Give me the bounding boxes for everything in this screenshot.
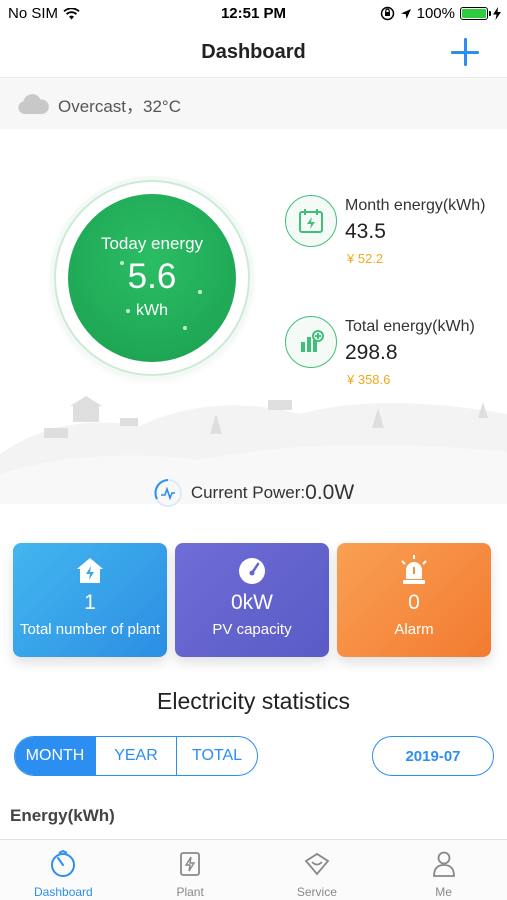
month-energy-block: Month energy(kWh) 43.5 ¥ 52.2 — [285, 195, 507, 275]
pv-capacity-label: PV capacity — [212, 621, 292, 638]
cloud-icon — [18, 94, 49, 114]
sparkle-dot — [120, 261, 124, 265]
tab-plant[interactable]: Plant — [127, 840, 254, 900]
weather-text: Overcast，32°C — [58, 96, 182, 116]
gauge-icon — [175, 555, 329, 587]
current-power-label: Current Power: — [190, 483, 306, 502]
power-meter-icon — [153, 479, 182, 507]
tab-service[interactable]: Service — [254, 840, 381, 900]
service-icon — [254, 850, 381, 878]
alarm-card[interactable]: 0 Alarm — [337, 543, 491, 657]
pv-capacity-value: 0kW — [231, 591, 273, 614]
alarm-count: 0 — [408, 591, 420, 614]
dashboard-icon — [0, 850, 127, 878]
current-power-row: Current Power: 0.0W — [0, 478, 507, 508]
tab-me[interactable]: Me — [380, 840, 507, 900]
status-bar: No SIM 12:51 PM 100% — [0, 0, 507, 28]
tab-year[interactable]: YEAR — [95, 737, 176, 775]
pv-capacity-card[interactable]: 0kW PV capacity — [175, 543, 329, 657]
add-button[interactable] — [451, 38, 481, 68]
period-selector: MONTH YEAR TOTAL — [14, 736, 258, 776]
bar-chart-energy-icon — [285, 316, 337, 368]
tab-month[interactable]: MONTH — [15, 737, 95, 775]
orientation-lock-icon — [380, 6, 394, 21]
siren-icon — [337, 555, 491, 587]
energy-axis-label: Energy(kWh) — [10, 806, 115, 825]
today-energy-dial: Today energy 5.6 kWh — [68, 194, 236, 362]
today-energy-label: Today energy — [100, 234, 204, 253]
today-energy-unit: kWh — [136, 302, 168, 319]
person-icon — [380, 850, 507, 878]
current-power-value: 0.0W — [305, 481, 355, 504]
page-title: Dashboard — [201, 41, 306, 63]
total-energy-label: Total energy(kWh) — [345, 318, 475, 335]
month-energy-value: 43.5 — [345, 220, 386, 243]
house-bolt-icon — [13, 555, 167, 587]
month-energy-money: ¥ 52.2 — [347, 251, 384, 266]
status-right: 100% — [380, 5, 501, 22]
tab-me-label: Me — [435, 885, 452, 899]
navigation-bar: Dashboard — [0, 28, 507, 78]
total-energy-value: 298.8 — [345, 341, 398, 364]
sparkle-dot — [126, 309, 130, 313]
tab-dashboard[interactable]: Dashboard — [0, 840, 127, 900]
alarm-label: Alarm — [394, 621, 434, 638]
sparkle-dot — [198, 290, 202, 294]
tab-service-label: Service — [296, 885, 337, 899]
total-energy-money: ¥ 358.6 — [347, 372, 391, 387]
weather-bar: Overcast，32°C — [0, 79, 507, 129]
charging-bolt-icon — [493, 7, 501, 20]
date-picker-button[interactable]: 2019-07 — [372, 736, 494, 776]
sparkle-dot — [183, 326, 187, 330]
battery-percent: 100% — [416, 5, 455, 22]
calendar-energy-icon — [285, 195, 337, 247]
total-energy-block: Total energy(kWh) 298.8 ¥ 358.6 — [285, 316, 507, 396]
today-energy-value: 5.6 — [127, 257, 177, 296]
battery-icon — [460, 7, 491, 20]
plants-card[interactable]: 1 Total number of plant — [13, 543, 167, 657]
plants-count: 1 — [84, 591, 96, 614]
plants-label: Total number of plant — [19, 621, 161, 638]
plant-icon — [127, 850, 254, 878]
today-energy-gauge: Today energy 5.6 kWh — [54, 180, 250, 376]
energy-overview: Today energy 5.6 kWh Month energy(kWh) 4… — [0, 129, 507, 529]
location-icon — [400, 8, 411, 19]
tab-dashboard-label: Dashboard — [34, 885, 93, 899]
month-energy-label: Month energy(kWh) — [345, 197, 486, 214]
statistics-title: Electricity statistics — [157, 688, 350, 714]
tab-plant-label: Plant — [176, 885, 204, 899]
tab-total[interactable]: TOTAL — [176, 737, 257, 775]
tab-bar: Dashboard Plant Service Me — [0, 839, 507, 900]
